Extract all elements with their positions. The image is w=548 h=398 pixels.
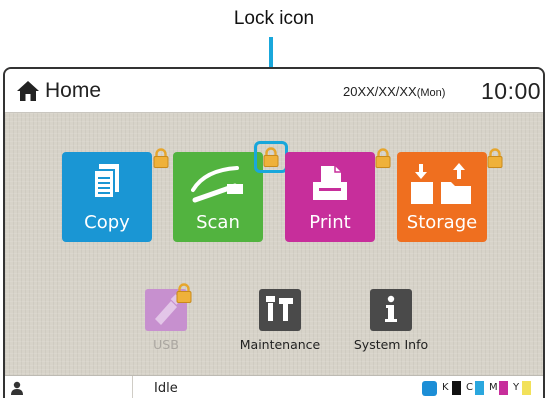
- scan-icon: [191, 166, 243, 203]
- storage-button[interactable]: Storage: [397, 152, 487, 242]
- status-bar: Idle K C M Y: [5, 375, 543, 398]
- scan-label: Scan: [196, 212, 240, 233]
- clock: 10:00: [481, 78, 542, 104]
- storage-icon: [411, 163, 471, 204]
- maintenance-button[interactable]: [259, 289, 301, 331]
- usb-label: USB: [153, 337, 179, 352]
- tools-icon: [266, 296, 293, 321]
- storage-label: Storage: [406, 212, 478, 233]
- ink-level-m: [499, 381, 508, 395]
- ink-drop-icon[interactable]: [422, 381, 437, 396]
- lock-icon: [176, 283, 192, 303]
- ink-label-m: M: [489, 382, 498, 393]
- system-info-button[interactable]: [370, 289, 412, 331]
- copy-label: Copy: [84, 212, 130, 233]
- ink-label-y: Y: [513, 382, 520, 393]
- scan-button[interactable]: Scan: [173, 152, 263, 242]
- lock-icon: [153, 148, 169, 168]
- ink-label-c: C: [466, 382, 473, 393]
- date-display: 20XX/XX/XX(Mon): [343, 84, 446, 99]
- ink-label-k: K: [442, 382, 449, 393]
- status-text: Idle: [154, 381, 178, 396]
- ink-level-c: [475, 381, 484, 395]
- print-label: Print: [309, 212, 351, 233]
- copy-icon: [93, 164, 119, 199]
- system-info-label: System Info: [353, 337, 429, 352]
- user-icon[interactable]: [11, 381, 23, 395]
- info-icon: [385, 295, 397, 322]
- ink-level-y: [522, 381, 531, 395]
- ink-level-k: [452, 381, 461, 395]
- title-bar: Home 20XX/XX/XX(Mon) 10:00: [5, 69, 543, 113]
- device-panel: Home 20XX/XX/XX(Mon) 10:00 Copy Scan Pri…: [3, 67, 545, 398]
- print-button[interactable]: Print: [285, 152, 375, 242]
- lock-icon: [263, 147, 279, 167]
- page-title: Home: [45, 79, 102, 102]
- maintenance-label: Maintenance: [239, 337, 321, 352]
- lock-icon: [487, 148, 503, 168]
- lock-icon: [375, 148, 391, 168]
- copy-button[interactable]: Copy: [62, 152, 152, 242]
- user-name-field[interactable]: [31, 376, 133, 398]
- callout-label: Lock icon: [233, 8, 315, 29]
- home-icon[interactable]: [16, 80, 40, 102]
- print-icon: [313, 166, 347, 200]
